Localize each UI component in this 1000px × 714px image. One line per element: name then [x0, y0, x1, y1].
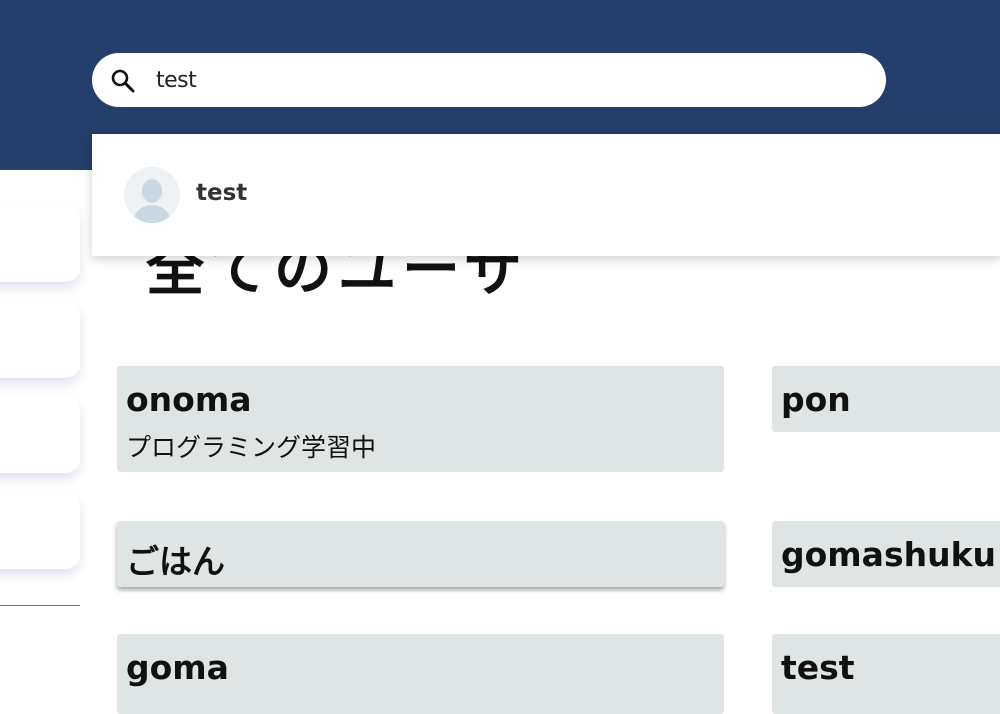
user-card[interactable]: gomashuku [772, 521, 1000, 587]
user-name: pon [781, 380, 851, 419]
search-input[interactable] [156, 61, 856, 99]
sidebar-card[interactable] [0, 395, 80, 473]
user-card[interactable]: test [772, 634, 1000, 714]
user-name: test [781, 648, 855, 687]
user-card[interactable]: onoma プログラミング学習中 [117, 366, 724, 472]
sidebar-card[interactable] [0, 300, 80, 378]
sidebar-divider [0, 605, 80, 606]
user-name: ごはん [126, 542, 225, 581]
sidebar-card[interactable] [0, 491, 80, 569]
search-bar[interactable] [92, 53, 886, 107]
suggestion-username: test [196, 180, 248, 206]
search-suggestions-dropdown: test [92, 134, 1000, 256]
user-name: onoma [126, 380, 252, 419]
user-name: goma [126, 648, 229, 687]
user-card[interactable]: ごはん [117, 521, 724, 587]
default-user-avatar-icon [124, 167, 180, 223]
suggestion-item[interactable]: test [92, 134, 1000, 256]
user-bio: プログラミング学習中 [126, 433, 377, 462]
sidebar-card[interactable] [0, 204, 80, 282]
user-name: gomashuku [781, 535, 997, 574]
user-card[interactable]: goma [117, 634, 724, 714]
user-card[interactable]: pon [772, 366, 1000, 432]
